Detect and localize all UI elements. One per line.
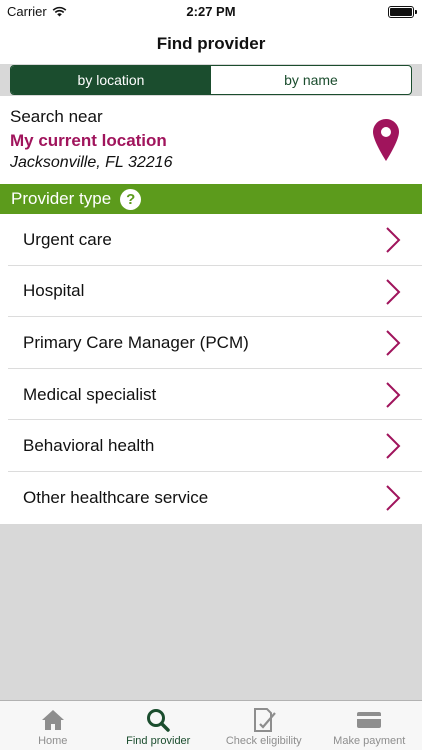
tab-label: Check eligibility: [225, 735, 302, 747]
list-item-label: Other healthcare service: [23, 487, 209, 507]
tab-label: Home: [38, 735, 68, 747]
chevron-right-icon: [386, 382, 401, 408]
battery-icon: [388, 6, 417, 18]
search-mode-segment: by location by name: [10, 65, 412, 95]
chevron-right-icon: [386, 485, 401, 511]
credit-card-icon: [357, 712, 382, 728]
list-item-behavioral-health[interactable]: Behavioral health: [0, 420, 422, 472]
search-location-block[interactable]: Search near My current location Jacksonv…: [0, 96, 422, 184]
current-location-label: My current location: [10, 131, 167, 150]
list-item-pcm[interactable]: Primary Care Manager (PCM): [0, 317, 422, 369]
segment-by-name[interactable]: by name: [211, 66, 411, 94]
provider-type-list: Urgent care Hospital Primary Care Manage…: [0, 214, 422, 524]
list-item-label: Hospital: [23, 281, 85, 301]
list-item-other-healthcare-service[interactable]: Other healthcare service: [0, 472, 422, 524]
help-icon[interactable]: ?: [120, 188, 142, 210]
list-item-label: Primary Care Manager (PCM): [23, 332, 249, 352]
tab-label: Find provider: [126, 735, 191, 747]
search-icon: [147, 709, 170, 732]
home-icon: [41, 710, 64, 730]
tab-home[interactable]: Home: [0, 701, 106, 750]
location-address: Jacksonville, FL 32216: [10, 154, 173, 171]
provider-type-title: Provider type: [11, 189, 112, 208]
chevron-right-icon: [386, 227, 401, 253]
list-item-label: Urgent care: [23, 229, 112, 249]
tab-find-provider[interactable]: Find provider: [106, 701, 212, 750]
clock: 2:27 PM: [186, 4, 236, 19]
provider-type-header: Provider type ?: [0, 184, 422, 214]
chevron-right-icon: [386, 278, 401, 305]
tab-label: Make payment: [333, 735, 406, 747]
list-item-urgent-care[interactable]: Urgent care: [0, 214, 422, 266]
list-item-label: Medical specialist: [23, 384, 157, 404]
tab-make-payment[interactable]: Make payment: [317, 701, 422, 750]
search-near-label: Search near: [10, 107, 103, 126]
page-title: Find provider: [156, 34, 266, 53]
segment-by-location[interactable]: by location: [11, 66, 211, 94]
list-item-medical-specialist[interactable]: Medical specialist: [0, 369, 422, 421]
check-eligibility-icon: [253, 708, 276, 732]
chevron-right-icon: [386, 433, 401, 460]
nav-bar: Find provider: [0, 24, 422, 64]
chevron-right-icon: [386, 330, 401, 356]
list-item-label: Behavioral health: [23, 436, 155, 456]
tab-check-eligibility[interactable]: Check eligibility: [211, 701, 317, 750]
location-pin-icon[interactable]: [372, 118, 400, 162]
tab-bar: Home Find provider Check eligibility Mak…: [0, 700, 422, 750]
list-item-hospital[interactable]: Hospital: [0, 266, 422, 318]
status-bar: Carrier 2:27 PM: [0, 0, 422, 24]
